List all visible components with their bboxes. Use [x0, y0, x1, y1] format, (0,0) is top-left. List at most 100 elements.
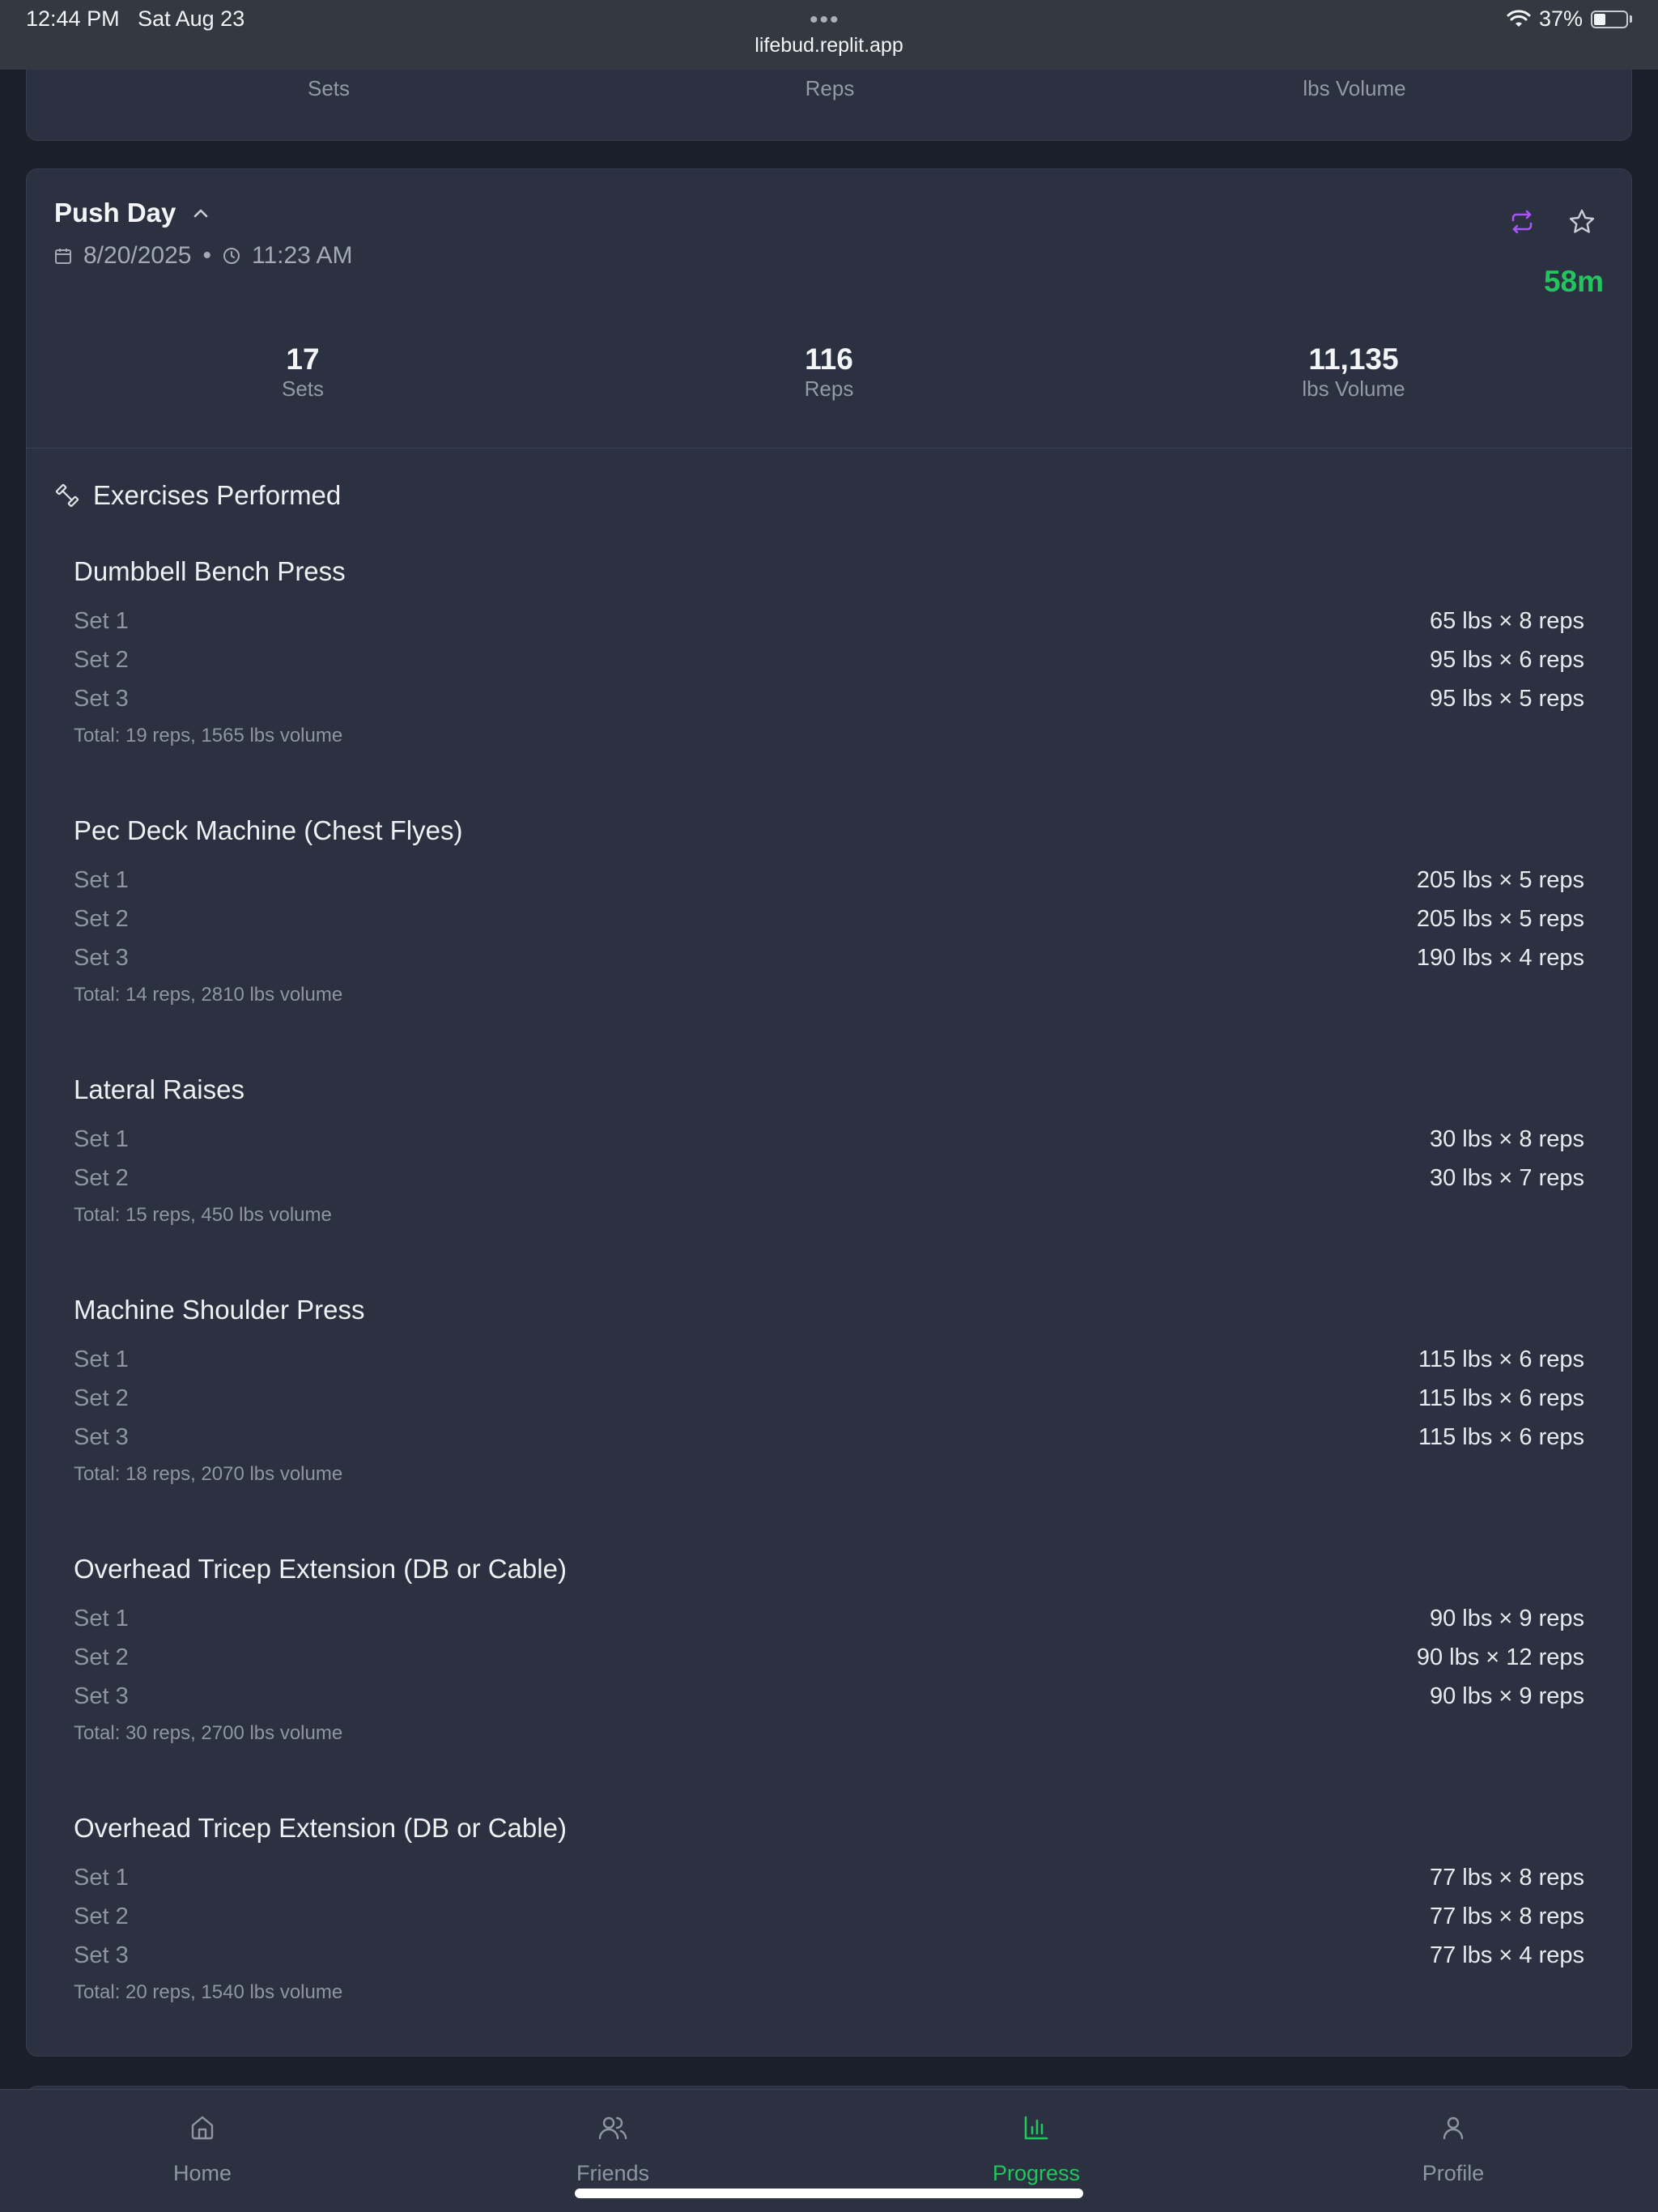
set-label: Set 1: [74, 866, 129, 893]
calendar-icon: [55, 249, 71, 264]
stat-sets: 17 Sets: [141, 342, 465, 402]
prev-stat-volume: lbs Volume: [1192, 76, 1516, 101]
exercise-total: Total: 14 reps, 2810 lbs volume: [74, 984, 343, 1006]
exercise-total: Total: 18 reps, 2070 lbs volume: [74, 1463, 343, 1485]
workout-time: 11:23 AM: [251, 242, 353, 269]
app-page: 12:44 PM Sat Aug 23 ••• lifebud.replit.a…: [0, 0, 1658, 2212]
meta-separator: •: [202, 242, 211, 269]
exercise-block: Lateral Raises Set 1 30 lbs × 8 reps Set…: [74, 1070, 1584, 1227]
set-value: 115 lbs × 6 reps: [1418, 1423, 1584, 1450]
status-clock: 12:44 PM: [26, 6, 120, 31]
exercise-block: Machine Shoulder Press Set 1 115 lbs × 6…: [74, 1290, 1584, 1486]
set-label: Set 1: [74, 607, 129, 634]
stat-label: lbs Volume: [1302, 376, 1405, 401]
exercise-name: Lateral Raises: [74, 1074, 244, 1104]
clock-icon: [223, 248, 240, 264]
set-label: Set 3: [74, 685, 129, 712]
set-value: 190 lbs × 4 reps: [1416, 944, 1584, 971]
exercise-block: Pec Deck Machine (Chest Flyes) Set 1 205…: [74, 810, 1584, 1006]
set-label: Set 2: [74, 1644, 129, 1670]
set-value: 77 lbs × 4 reps: [1429, 1942, 1584, 1968]
set-row: Set 3 77 lbs × 4 reps: [74, 1936, 1584, 1975]
set-row: Set 1 65 lbs × 8 reps: [74, 602, 1584, 640]
stat-value: 116: [805, 342, 853, 376]
set-row: Set 2 77 lbs × 8 reps: [74, 1897, 1584, 1936]
exercise-total: Total: 30 reps, 2700 lbs volume: [74, 1722, 343, 1744]
workout-title: Push Day: [54, 198, 176, 228]
set-row: Set 1 205 lbs × 5 reps: [74, 861, 1584, 900]
more-dots-icon[interactable]: •••: [810, 6, 840, 34]
set-row: Set 3 95 lbs × 5 reps: [74, 679, 1584, 718]
set-label: Set 2: [74, 1903, 129, 1929]
set-row: Set 3 115 lbs × 6 reps: [74, 1418, 1584, 1457]
set-value: 65 lbs × 8 reps: [1429, 607, 1584, 634]
exercise-total: Total: 15 reps, 450 lbs volume: [74, 1204, 332, 1226]
repeat-workout-button[interactable]: [1508, 208, 1536, 240]
chevron-up-icon[interactable]: [190, 202, 211, 223]
stat-volume: 11,135 lbs Volume: [1192, 342, 1516, 402]
stat-value: 17: [286, 342, 320, 376]
exercise-name: Dumbbell Bench Press: [74, 556, 346, 586]
stat-label: Sets: [307, 76, 351, 100]
set-row: Set 2 30 lbs × 7 reps: [74, 1159, 1584, 1197]
stat-reps: 116 Reps: [667, 342, 991, 402]
set-row: Set 1 90 lbs × 9 reps: [74, 1599, 1584, 1638]
workout-meta: 8/20/2025 • 11:23 AM: [54, 242, 353, 270]
workout-duration: 58m: [1543, 265, 1604, 298]
set-value: 115 lbs × 6 reps: [1418, 1346, 1584, 1372]
set-row: Set 2 115 lbs × 6 reps: [74, 1379, 1584, 1418]
set-label: Set 3: [74, 944, 129, 971]
nav-progress[interactable]: Progress: [939, 2114, 1133, 2186]
favorite-button[interactable]: [1568, 208, 1596, 240]
set-label: Set 1: [74, 1605, 129, 1631]
set-value: 205 lbs × 5 reps: [1416, 905, 1584, 932]
set-value: 90 lbs × 9 reps: [1429, 1605, 1584, 1631]
set-value: 115 lbs × 6 reps: [1418, 1385, 1584, 1411]
set-label: Set 2: [74, 646, 129, 673]
set-row: Set 2 90 lbs × 12 reps: [74, 1638, 1584, 1677]
set-label: Set 1: [74, 1864, 129, 1891]
nav-profile[interactable]: Profile: [1356, 2114, 1550, 2186]
status-time: 12:44 PM Sat Aug 23: [26, 6, 244, 32]
stat-label: Reps: [805, 76, 855, 100]
set-value: 95 lbs × 6 reps: [1429, 646, 1584, 673]
bar-chart-icon: [1024, 2116, 1048, 2140]
set-label: Set 3: [74, 1423, 129, 1450]
set-label: Set 3: [74, 1942, 129, 1968]
prev-stat-sets: Sets: [167, 76, 491, 101]
users-icon: [598, 2116, 627, 2140]
home-indicator[interactable]: [575, 2189, 1083, 2198]
stat-label: Sets: [281, 376, 325, 401]
prev-stat-reps: Reps: [668, 76, 992, 101]
stat-label: Reps: [804, 376, 854, 401]
set-row: Set 1 77 lbs × 8 reps: [74, 1858, 1584, 1897]
user-icon: [1443, 2116, 1464, 2140]
set-row: Set 1 30 lbs × 8 reps: [74, 1120, 1584, 1159]
exercise-block: Overhead Tricep Extension (DB or Cable) …: [74, 1549, 1584, 1745]
dumbbell-icon: [55, 483, 79, 508]
exercise-name: Overhead Tricep Extension (DB or Cable): [74, 1554, 567, 1584]
set-label: Set 2: [74, 905, 129, 932]
nav-label: Home: [172, 2161, 232, 2185]
set-value: 77 lbs × 8 reps: [1429, 1903, 1584, 1929]
battery-percent: 37%: [1538, 6, 1583, 31]
exercises-heading: Exercises Performed: [54, 480, 341, 511]
exercise-total: Total: 19 reps, 1565 lbs volume: [74, 725, 343, 747]
address-url[interactable]: lifebud.replit.app: [0, 34, 1658, 57]
exercise-name: Machine Shoulder Press: [74, 1295, 365, 1325]
set-row: Set 3 190 lbs × 4 reps: [74, 938, 1584, 977]
workout-date: 8/20/2025: [83, 242, 192, 269]
workout-header[interactable]: Push Day: [54, 198, 211, 228]
set-label: Set 2: [74, 1385, 129, 1411]
star-icon: [1569, 209, 1595, 233]
nav-label: Friends: [576, 2161, 650, 2185]
exercise-name: Pec Deck Machine (Chest Flyes): [74, 815, 463, 845]
stat-value: 11,135: [1308, 342, 1399, 376]
nav-friends[interactable]: Friends: [516, 2114, 710, 2186]
status-bar: 12:44 PM Sat Aug 23 ••• lifebud.replit.a…: [0, 0, 1658, 70]
set-label: Set 2: [74, 1164, 129, 1191]
repeat-icon: [1511, 210, 1533, 234]
nav-home[interactable]: Home: [105, 2114, 300, 2186]
set-value: 90 lbs × 12 reps: [1416, 1644, 1584, 1670]
set-label: Set 1: [74, 1346, 129, 1372]
